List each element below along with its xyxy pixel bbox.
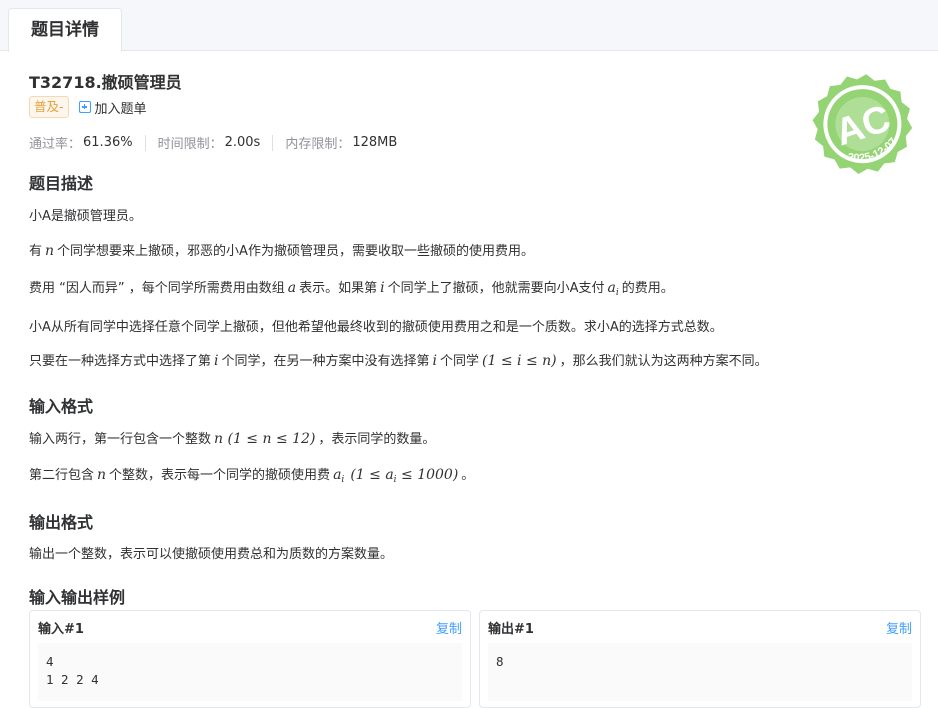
math-base: (1 ≤ a [350, 467, 394, 483]
math: i [380, 280, 385, 296]
pass-rate-value: 61.36% [83, 135, 133, 150]
math: n [97, 467, 107, 483]
problem-title: T32718.撤硕管理员 [29, 73, 182, 92]
math: n [45, 243, 55, 259]
memory-limit-value: 128MB [352, 135, 398, 150]
description-heading: 题目描述 [29, 174, 94, 193]
time-limit-value: 2.00s [224, 135, 261, 150]
math: i [214, 353, 219, 369]
text: 个同学上了撤硕，他就需要向小A支付 [387, 281, 605, 296]
sample-output-title: 输出#1 [488, 621, 534, 637]
tag-row: 普及- 加入题单 [29, 96, 147, 118]
difficulty-badge[interactable]: 普及- [29, 96, 69, 118]
math-sub: i [615, 288, 619, 298]
text: 个同学，在另一种方案中没有选择第 [221, 354, 430, 369]
description-p1: 小A是撤硕管理员。 [29, 209, 142, 224]
tab-problem-detail[interactable]: 题目详情 [8, 8, 122, 52]
text: 表示。如果第 [299, 281, 378, 296]
sample-input-header: 输入#1 复制 [30, 611, 470, 643]
text: 。 [461, 468, 475, 483]
math-sub: i [341, 475, 345, 485]
description-p3: 费用 “因人而异” ，每个同学所需费用由数组 a 表示。如果第 i 个同学上了撤硕，他就… [29, 277, 674, 298]
memory-limit-label: 内存限制： [285, 137, 351, 152]
pass-rate-label: 通过率： [29, 137, 82, 152]
input-format-p1: 输入两行，第一行包含一个整数 n (1 ≤ n ≤ 12) ，表示同学的数量。 [29, 428, 435, 447]
math: a [287, 280, 297, 296]
description-p2: 有 n 个同学想要来上撤硕，邪恶的小A作为撤硕管理员，需要收取一些撤硕的使用费用。 [29, 240, 534, 259]
sample-output-header: 输出#1 复制 [480, 611, 920, 643]
text: 的费用。 [621, 281, 674, 296]
text: 费用 “因人而异” ，每个同学所需费用由数组 [29, 281, 285, 296]
divider [144, 134, 146, 151]
text: 个整数，表示每一个同学的撤硕使用费 [109, 468, 331, 483]
copy-input-button[interactable]: 复制 [436, 618, 462, 637]
sample-output-box: 输出#1 复制 8 [479, 610, 921, 708]
sample-input-box: 输入#1 复制 4 1 2 2 4 [29, 610, 471, 708]
add-to-list-label: 加入题单 [94, 101, 147, 117]
copy-output-button[interactable]: 复制 [886, 618, 912, 637]
math: i [432, 353, 437, 369]
text: 有 [29, 244, 43, 259]
text: 个同学 [440, 354, 480, 369]
tab-bar: 题目详情 [0, 0, 938, 52]
samples-heading: 输入输出样例 [29, 588, 126, 607]
add-to-list-button[interactable]: 加入题单 [78, 98, 147, 117]
input-format-heading: 输入格式 [29, 397, 94, 416]
ac-stamp-icon: AC 2025-12-07 [812, 74, 913, 174]
math: n (1 ≤ n ≤ 12) [214, 431, 316, 447]
time-limit-label: 时间限制： [157, 137, 223, 152]
problem-stats: 通过率： 61.36% 时间限制： 2.00s 内存限制： 128MB [29, 133, 397, 152]
divider [272, 134, 274, 151]
text: 个同学想要来上撤硕，邪恶的小A作为撤硕管理员，需要收取一些撤硕的使用费用。 [57, 244, 534, 259]
text: 输入两行，第一行包含一个整数 [29, 432, 212, 447]
math-base: ≤ 1000) [401, 467, 459, 483]
text: 只要在一种选择方式中选择了第 [29, 354, 212, 369]
output-format-p1: 输出一个整数，表示可以使撤硕使用费总和为质数的方案数量。 [29, 547, 394, 562]
math-sub: i [393, 475, 397, 485]
math: ai [607, 280, 619, 298]
input-format-p2: 第二行包含 n 个整数，表示每一个同学的撤硕使用费 ai (1 ≤ ai ≤ 1000)… [29, 464, 474, 485]
sample-input-title: 输入#1 [38, 621, 84, 637]
plus-square-icon [78, 101, 91, 113]
description-p5: 只要在一种选择方式中选择了第 i 个同学，在另一种方案中没有选择第 i 个同学 (1 ≤ … [29, 350, 768, 369]
description-p4: 小A从所有同学中选择任意个同学上撤硕，但他希望他最终收到的撤硕使用费用之和是一个… [29, 320, 723, 335]
text: ，那么我们就认为这两种方案不同。 [559, 354, 768, 369]
sample-output-content: 8 [488, 643, 912, 701]
math: (1 ≤ i ≤ n) [482, 353, 557, 369]
math: ai [333, 467, 345, 485]
math: (1 ≤ ai ≤ 1000) [350, 467, 459, 485]
math-base: a [607, 280, 616, 296]
text: ，表示同学的数量。 [318, 432, 436, 447]
text: 第二行包含 [29, 468, 95, 483]
sample-input-content: 4 1 2 2 4 [38, 643, 462, 701]
output-format-heading: 输出格式 [29, 513, 94, 532]
